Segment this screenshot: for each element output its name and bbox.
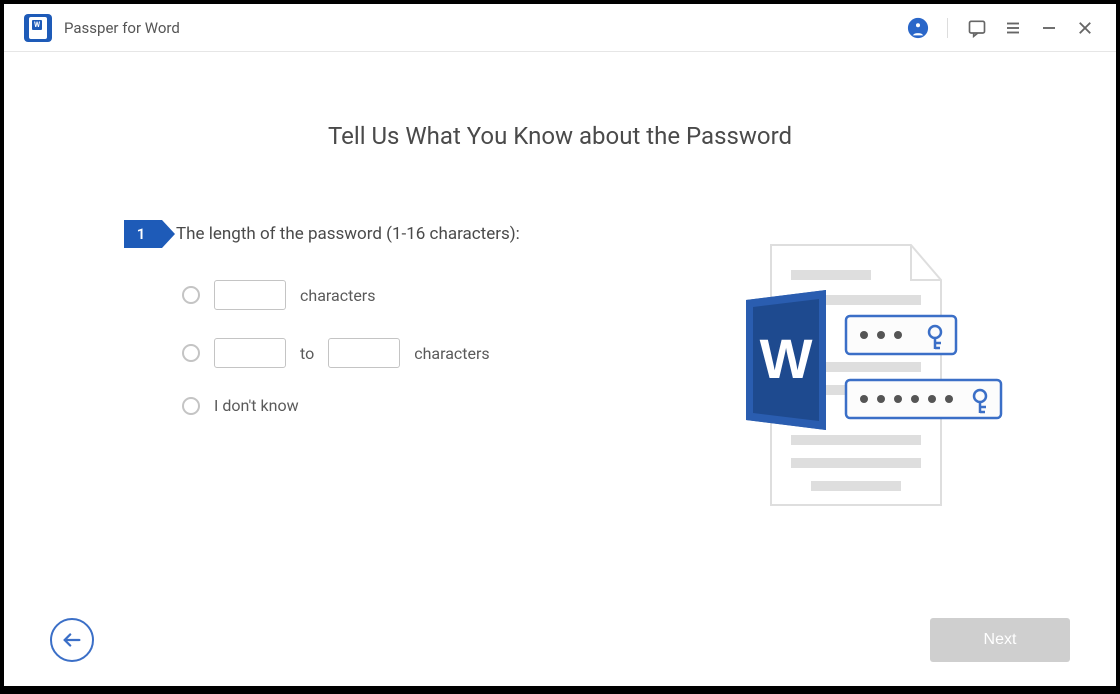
titlebar-right: [907, 17, 1096, 39]
app-logo-icon: [24, 14, 52, 42]
radio-exact[interactable]: [182, 286, 200, 304]
option-unknown: I don't know: [182, 396, 656, 415]
label-exact-suffix: characters: [300, 286, 375, 305]
page-title: Tell Us What You Know about the Password: [104, 122, 1016, 150]
step-badge: 1: [124, 220, 162, 248]
question-text: The length of the password (1-16 charact…: [176, 224, 520, 244]
option-exact: characters: [182, 280, 656, 310]
option-range: to characters: [182, 338, 656, 368]
svg-text:W: W: [760, 327, 813, 390]
options-list: characters to characters I don't know: [124, 280, 656, 415]
next-button[interactable]: Next: [930, 618, 1070, 662]
back-button[interactable]: [50, 618, 94, 662]
form-area: 1 The length of the password (1-16 chara…: [104, 220, 656, 534]
illustration: W: [716, 220, 1016, 534]
app-window: Passper for Word: [4, 4, 1116, 686]
titlebar-left: Passper for Word: [24, 14, 180, 42]
titlebar: Passper for Word: [4, 4, 1116, 52]
account-icon[interactable]: [907, 17, 929, 39]
minimize-icon[interactable]: [1038, 17, 1060, 39]
radio-range[interactable]: [182, 344, 200, 362]
main-row: 1 The length of the password (1-16 chara…: [104, 220, 1016, 534]
input-range-from[interactable]: [214, 338, 286, 368]
feedback-icon[interactable]: [966, 17, 988, 39]
radio-unknown[interactable]: [182, 397, 200, 415]
label-unknown: I don't know: [214, 396, 299, 415]
app-title: Passper for Word: [64, 19, 180, 37]
input-exact-length[interactable]: [214, 280, 286, 310]
footer: Next: [4, 618, 1116, 662]
close-icon[interactable]: [1074, 17, 1096, 39]
label-range-connector: to: [300, 344, 314, 363]
menu-icon[interactable]: [1002, 17, 1024, 39]
titlebar-divider: [947, 18, 948, 38]
question-row: 1 The length of the password (1-16 chara…: [124, 220, 656, 248]
label-range-suffix: characters: [414, 344, 489, 363]
input-range-to[interactable]: [328, 338, 400, 368]
content-area: Tell Us What You Know about the Password…: [4, 52, 1116, 686]
